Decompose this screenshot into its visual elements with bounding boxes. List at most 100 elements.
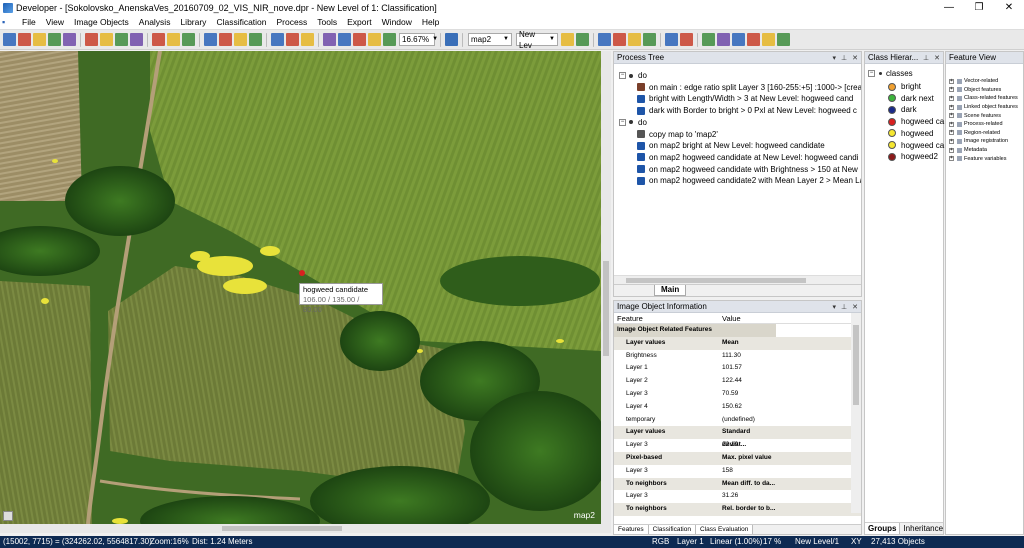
feature-table-row[interactable]: Brightness 111.30 (614, 350, 861, 363)
feature-table-row[interactable]: Image Object Related Features (614, 324, 776, 337)
feature-table-row[interactable]: Layer 2 122.44 (614, 375, 861, 388)
expand-icon[interactable]: + (949, 138, 954, 144)
tab-groups[interactable]: Groups (865, 523, 901, 534)
menu-library[interactable]: Library (175, 17, 211, 27)
expand-icon[interactable]: + (949, 95, 954, 101)
class-item[interactable]: bright (888, 81, 921, 92)
menu-classification[interactable]: Classification (211, 17, 271, 27)
expand-icon[interactable]: + (949, 130, 954, 136)
feature-table-row[interactable]: Layer values Standard deviat... (614, 426, 861, 448)
process-tree-row[interactable]: bright with Length/Width > 3 at New Leve… (637, 93, 853, 104)
zoom-target-icon[interactable] (383, 33, 396, 46)
pointer-icon[interactable] (323, 33, 336, 46)
expand-icon[interactable]: + (949, 147, 954, 153)
tab-main[interactable]: Main (654, 285, 687, 296)
process-tree-row[interactable]: on main : edge ratio split Layer 3 [160-… (637, 82, 861, 93)
menu-image-objects[interactable]: Image Objects (69, 17, 134, 27)
scrollbar-thumb[interactable] (626, 278, 806, 283)
feature-tree-item[interactable]: + Process-related (949, 120, 1003, 129)
zoom-select[interactable]: 16.67% ▼ (399, 33, 438, 46)
redo-icon[interactable] (680, 33, 693, 46)
feature-tree-item[interactable]: + Metadata (949, 146, 987, 155)
feature-table-row[interactable]: Layer 3 70.59 (614, 388, 861, 401)
process-tree-row[interactable]: − do (619, 117, 647, 128)
class-item[interactable]: hogweed ca (888, 116, 944, 127)
feature-tree-item[interactable]: + Scene features (949, 111, 1001, 120)
process-tree-row[interactable]: on map2 hogweed candidate2 with Mean Lay… (637, 175, 861, 186)
feature-table-row[interactable]: Pixel-based Max. pixel value (614, 451, 861, 465)
feature-table-scrollbar[interactable] (851, 313, 861, 513)
pan-icon[interactable] (338, 33, 351, 46)
feature-table-row[interactable]: Layer values Mean (614, 336, 861, 350)
polygon-icon[interactable] (286, 33, 299, 46)
pin-icon[interactable]: ⊥ (841, 54, 847, 62)
level-select[interactable]: New Lev ▼ (516, 30, 558, 50)
feature-table-row[interactable]: To neighbors Mean diff. to da... (614, 477, 861, 491)
chevron-down-icon[interactable]: ▾ (833, 54, 837, 62)
view-classification-icon[interactable] (167, 33, 180, 46)
expand-icon[interactable]: + (949, 87, 954, 93)
map-select[interactable]: map2 ▼ (468, 33, 512, 46)
collapse-icon[interactable]: − (619, 72, 626, 79)
stop-icon[interactable] (643, 33, 656, 46)
open-project-icon[interactable] (18, 33, 31, 46)
menu-file[interactable]: File (17, 17, 41, 27)
column-header-value[interactable]: Value (719, 313, 819, 323)
feature-table-row[interactable]: Layer 3 31.26 (614, 490, 861, 503)
scrollbar-thumb[interactable] (222, 526, 342, 531)
class-icon[interactable] (702, 33, 715, 46)
tab-features[interactable]: Features (614, 525, 649, 534)
menu-analysis[interactable]: Analysis (134, 17, 176, 27)
feature-tree-item[interactable]: + Feature variables (949, 154, 1007, 163)
feature-tree-item[interactable]: + Image registration (949, 137, 1008, 146)
process-tree-row[interactable]: on map2 hogweed candidate with Brightnes… (637, 164, 858, 175)
close-button[interactable]: ✕ (994, 0, 1024, 15)
export-icon[interactable] (63, 33, 76, 46)
info-icon[interactable] (628, 33, 641, 46)
collapse-icon[interactable]: − (868, 70, 875, 77)
settings-icon[interactable] (777, 33, 790, 46)
process-tree-row[interactable]: on map2 hogweed candidate at New Level: … (637, 152, 858, 163)
copy-icon[interactable] (100, 33, 113, 46)
feature-table-row[interactable]: Layer 3 22.19 (614, 439, 861, 452)
minimize-button[interactable]: — (934, 0, 964, 15)
new-project-icon[interactable] (3, 33, 16, 46)
menu-tools[interactable]: Tools (312, 17, 342, 27)
expand-icon[interactable]: + (949, 156, 954, 162)
paste-icon[interactable] (115, 33, 128, 46)
map-overview-icon[interactable] (3, 511, 13, 521)
pin-icon[interactable]: ⊥ (923, 54, 929, 62)
cross-icon[interactable] (445, 33, 458, 46)
maximize-button[interactable]: ❐ (964, 0, 994, 15)
fill-icon[interactable] (301, 33, 314, 46)
column-header-feature[interactable]: Feature (614, 313, 719, 323)
tab-inheritance[interactable]: Inheritance (900, 523, 946, 534)
menu-process[interactable]: Process (272, 17, 313, 27)
mixed-view-icon[interactable] (249, 33, 262, 46)
expand-icon[interactable]: + (949, 104, 954, 110)
save-project-icon[interactable] (33, 33, 46, 46)
tree-icon[interactable] (717, 33, 730, 46)
zoom-in-icon[interactable] (353, 33, 366, 46)
grid-view-icon[interactable] (598, 33, 611, 46)
menu-export[interactable]: Export (342, 17, 377, 27)
scrollbar-thumb[interactable] (853, 325, 859, 405)
pin-icon[interactable]: ⊥ (841, 303, 847, 311)
feature-table-row[interactable]: temporary (undefined) (614, 414, 861, 427)
map-horizontal-scrollbar[interactable] (0, 524, 611, 533)
feature-tree-item[interactable]: + Vector-related (949, 77, 998, 86)
feature-tree-item[interactable]: + Object features (949, 86, 1001, 95)
sample-icon[interactable] (747, 33, 760, 46)
view-layers-icon[interactable] (152, 33, 165, 46)
chevron-down-icon[interactable]: ▾ (833, 303, 837, 311)
outline-icon[interactable] (234, 33, 247, 46)
cut-icon[interactable] (85, 33, 98, 46)
layer-toggle-icon[interactable] (271, 33, 284, 46)
process-tree-row[interactable]: copy map to 'map2' (637, 129, 718, 140)
menu-help[interactable]: Help (417, 17, 444, 27)
map-vertical-scrollbar[interactable] (601, 51, 611, 524)
process-tree-row[interactable]: on map2 bright at New Level: hogweed can… (637, 140, 825, 151)
close-icon[interactable]: ✕ (852, 303, 858, 311)
system-menu-icon[interactable]: ▪ (2, 17, 14, 27)
edit-icon[interactable] (732, 33, 745, 46)
